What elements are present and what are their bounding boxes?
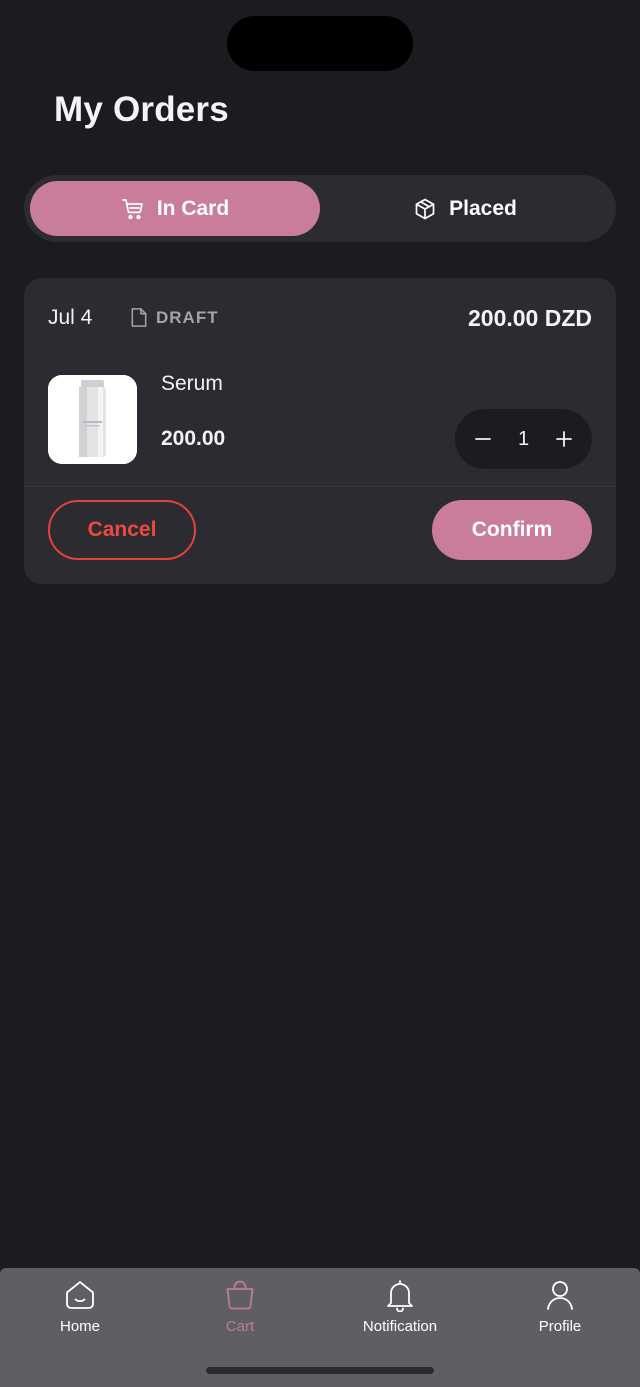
product-name: Serum <box>161 372 223 395</box>
tab-placed[interactable]: Placed <box>320 181 610 236</box>
home-indicator <box>206 1367 434 1374</box>
decrement-button[interactable] <box>469 425 497 453</box>
nav-notification[interactable]: Notification <box>320 1278 480 1348</box>
cancel-button[interactable]: Cancel <box>48 500 196 560</box>
order-status: DRAFT <box>130 307 219 328</box>
bell-icon <box>387 1280 413 1312</box>
nav-profile[interactable]: Profile <box>480 1278 640 1348</box>
page-title: My Orders <box>54 90 229 129</box>
package-icon <box>415 198 435 219</box>
user-icon <box>547 1281 573 1310</box>
nav-cart[interactable]: Cart <box>160 1278 320 1348</box>
increment-button[interactable] <box>550 425 578 453</box>
quantity-value: 1 <box>517 427 530 450</box>
nav-home-label: Home <box>59 1318 100 1335</box>
home-icon <box>66 1281 94 1309</box>
screen: My Orders In Card Placed Jul 4 DRAFT 200… <box>0 0 640 1387</box>
cart-icon <box>121 198 143 219</box>
minus-icon <box>475 438 491 440</box>
nav-cart-label: Cart <box>225 1318 255 1335</box>
tab-placed-label: Placed <box>449 196 517 220</box>
nav-notification-label: Notification <box>362 1318 438 1335</box>
order-card: Jul 4 DRAFT 200.00 DZD Serum 200.00 1 Ca… <box>24 278 616 584</box>
status-badge: DRAFT <box>156 307 219 327</box>
tab-in-card-label: In Card <box>156 196 230 220</box>
shopping-bag-icon <box>226 1280 254 1310</box>
quantity-stepper: 1 <box>455 409 592 469</box>
product-image <box>48 375 137 464</box>
confirm-button[interactable]: Confirm <box>432 500 592 560</box>
dynamic-island <box>227 16 413 71</box>
order-date: Jul 4 <box>48 306 93 329</box>
serum-bottle-image <box>48 375 137 464</box>
tab-in-card[interactable]: In Card <box>30 181 320 236</box>
nav-home[interactable]: Home <box>0 1278 160 1348</box>
nav-profile-label: Profile <box>538 1318 582 1335</box>
card-divider <box>24 486 616 487</box>
order-tabs: In Card Placed <box>24 175 616 242</box>
order-total: 200.00 DZD <box>467 305 592 331</box>
product-price: 200.00 <box>161 427 226 450</box>
plus-icon <box>556 431 572 447</box>
document-icon <box>131 308 147 327</box>
